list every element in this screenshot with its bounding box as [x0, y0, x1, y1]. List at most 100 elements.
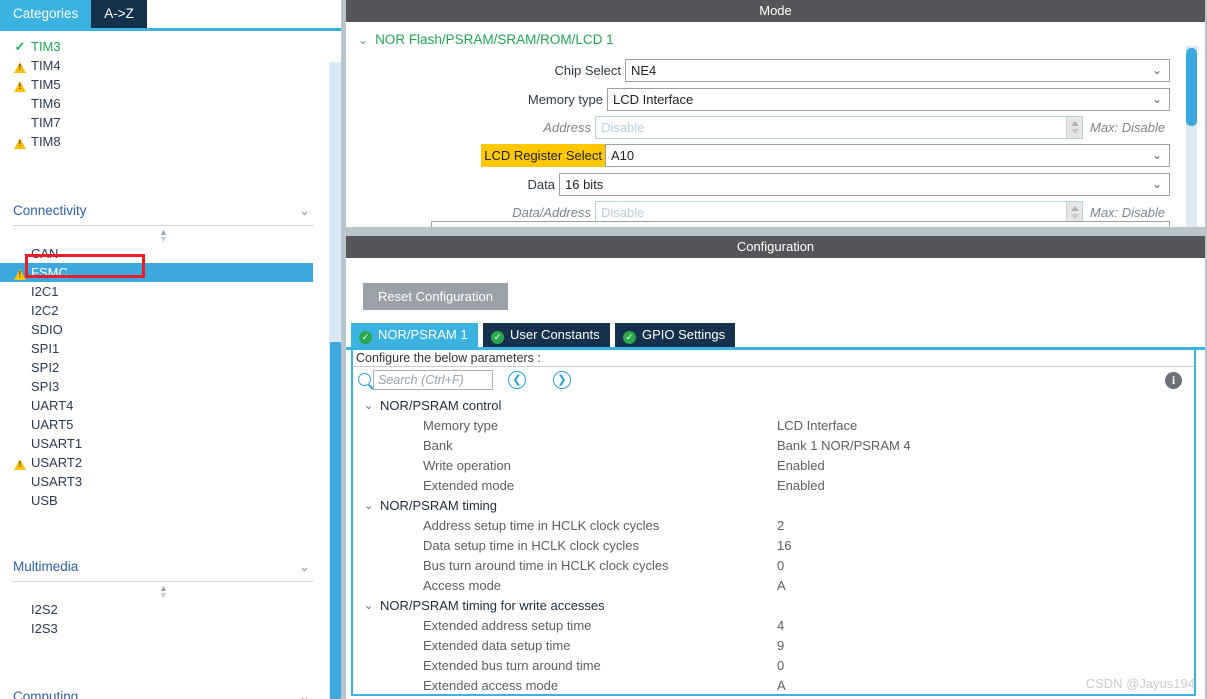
tree-row-extended-access-mode[interactable]: Extended access mode A — [353, 676, 1194, 696]
sidebar-item-label: I2C2 — [31, 303, 59, 318]
tree-group-nor-psram-timing-write[interactable]: ⌄ NOR/PSRAM timing for write accesses — [353, 596, 1194, 616]
tab-a-to-z[interactable]: A->Z — [91, 0, 147, 28]
sidebar-item-tim3[interactable]: ✓ TIM3 — [0, 37, 327, 56]
tree-row-extended-mode[interactable]: Extended mode Enabled — [353, 476, 1194, 496]
mode-group-header[interactable]: ⌄ NOR Flash/PSRAM/SRAM/ROM/LCD 1 — [358, 32, 614, 47]
check-circle-icon: ✓ — [359, 331, 372, 344]
search-icon — [358, 373, 371, 386]
sidebar-item-i2c1[interactable]: I2C1 — [0, 282, 327, 301]
search-input[interactable] — [373, 370, 493, 390]
sidebar-item-label: I2S2 — [31, 602, 58, 617]
scroll-up-down-handle[interactable]: ▲ ▼ — [0, 582, 327, 600]
param-label: Address setup time in HCLK clock cycles — [423, 518, 660, 533]
tree-row-data-setup-time[interactable]: Data setup time in HCLK clock cycles 16 — [353, 536, 1194, 556]
tab-categories[interactable]: Categories — [0, 0, 92, 28]
sidebar-item-label: USART2 — [31, 455, 83, 470]
tree-row-extended-data-setup-time[interactable]: Extended data setup time 9 — [353, 636, 1194, 656]
spinner-buttons[interactable] — [1066, 202, 1082, 223]
search-previous-button[interactable]: ❮ — [508, 371, 526, 389]
param-value: Bank 1 NOR/PSRAM 4 — [777, 438, 911, 453]
sidebar-item-can[interactable]: CAN — [0, 244, 327, 263]
sidebar-item-label: I2S3 — [31, 621, 58, 636]
data-label: Data — [527, 177, 555, 192]
lcd-register-select-label: LCD Register Select — [481, 144, 605, 167]
category-header-multimedia[interactable]: Multimedia ⌄ — [13, 552, 314, 582]
watermark: CSDN @Jayus194 — [1085, 676, 1195, 691]
param-value: A — [777, 678, 786, 693]
sidebar-item-label: TIM7 — [31, 115, 61, 130]
form-row-data: Data 16 bits ⌄ — [346, 173, 1205, 196]
tree-row-bus-turn-around-time[interactable]: Bus turn around time in HCLK clock cycle… — [353, 556, 1194, 576]
sidebar-item-tim8[interactable]: TIM8 — [0, 132, 327, 151]
sidebar-item-fsmc[interactable]: FSMC — [0, 263, 313, 282]
tree-row-bank[interactable]: Bank Bank 1 NOR/PSRAM 4 — [353, 436, 1194, 456]
address-value: Disable — [601, 120, 645, 135]
tree-row-extended-bus-turn-around-time[interactable]: Extended bus turn around time 0 — [353, 656, 1194, 676]
reset-configuration-button[interactable]: Reset Configuration — [363, 283, 508, 310]
memory-type-combo[interactable]: LCD Interface ⌄ — [607, 88, 1170, 111]
sidebar-item-tim4[interactable]: TIM4 — [0, 56, 327, 75]
tree-group-label: NOR/PSRAM timing for write accesses — [380, 598, 605, 613]
sidebar-item-usart3[interactable]: USART3 — [0, 472, 327, 491]
sidebar-item-i2s3[interactable]: I2S3 — [0, 619, 327, 638]
scroll-up-down-handle[interactable]: ▲ ▼ — [0, 226, 327, 244]
address-spinbox[interactable]: Disable — [595, 116, 1083, 139]
sidebar-item-usb[interactable]: USB — [0, 491, 327, 510]
lcd-register-select-value: A10 — [611, 148, 635, 163]
sidebar-item-uart5[interactable]: UART5 — [0, 415, 327, 434]
param-label: Write operation — [423, 458, 511, 473]
sidebar-item-spi3[interactable]: SPI3 — [0, 377, 327, 396]
tree-group-nor-psram-timing[interactable]: ⌄ NOR/PSRAM timing — [353, 496, 1194, 516]
tree-row-address-setup-time[interactable]: Address setup time in HCLK clock cycles … — [353, 516, 1194, 536]
chevron-down-icon: ⌄ — [299, 559, 310, 574]
form-row-memory-type: Memory type LCD Interface ⌄ — [346, 88, 1205, 111]
sidebar-item-usart1[interactable]: USART1 — [0, 434, 327, 453]
sidebar-item-uart4[interactable]: UART4 — [0, 396, 327, 415]
chevron-down-icon: ⌄ — [1151, 148, 1162, 162]
sidebar-item-sdio[interactable]: SDIO — [0, 320, 327, 339]
sidebar-item-spi2[interactable]: SPI2 — [0, 358, 327, 377]
configuration-content: Configure the below parameters : ❮ ❯ i ⌄… — [351, 350, 1196, 696]
tree-row-access-mode[interactable]: Access mode A — [353, 576, 1194, 596]
chevron-down-icon: ⌄ — [364, 600, 374, 612]
parameter-tree: ⌄ NOR/PSRAM control Memory type LCD Inte… — [353, 396, 1194, 694]
data-combo[interactable]: 16 bits ⌄ — [559, 173, 1170, 196]
sidebar-item-tim7[interactable]: TIM7 — [0, 113, 327, 132]
category-header-connectivity[interactable]: Connectivity ⌄ — [13, 196, 314, 226]
sidebar-item-label: SPI3 — [31, 379, 60, 394]
sidebar-tabstrip: Categories A->Z — [0, 0, 344, 28]
sidebar-item-tim5[interactable]: TIM5 — [0, 75, 327, 94]
param-label: Bus turn around time in HCLK clock cycle… — [423, 558, 669, 573]
tree-row-write-operation[interactable]: Write operation Enabled — [353, 456, 1194, 476]
tab-gpio-settings[interactable]: ✓ GPIO Settings — [615, 323, 736, 347]
param-value: Enabled — [777, 458, 825, 473]
info-icon[interactable]: i — [1165, 372, 1182, 389]
search-next-button[interactable]: ❯ — [553, 371, 571, 389]
param-label: Bank — [423, 438, 453, 453]
tree-row-memory-type[interactable]: Memory type LCD Interface — [353, 416, 1194, 436]
sidebar-item-label: I2C1 — [31, 284, 59, 299]
main-area: Mode ⌄ NOR Flash/PSRAM/SRAM/ROM/LCD 1 Chi… — [344, 0, 1207, 699]
tree-row-extended-address-setup-time[interactable]: Extended address setup time 4 — [353, 616, 1194, 636]
spinner-buttons[interactable] — [1066, 117, 1082, 138]
chip-select-label: Chip Select — [554, 63, 621, 78]
tree-group-nor-psram-control[interactable]: ⌄ NOR/PSRAM control — [353, 396, 1194, 416]
lcd-register-select-combo[interactable]: A10 ⌄ — [605, 144, 1170, 167]
chip-select-combo[interactable]: NE4 ⌄ — [625, 59, 1170, 82]
category-header-computing[interactable]: Computing ⌄ — [13, 682, 314, 699]
warning-icon — [12, 263, 28, 282]
param-value: 9 — [777, 638, 785, 653]
tab-nor-psram-1[interactable]: ✓ NOR/PSRAM 1 — [351, 323, 478, 347]
sidebar-item-usart2[interactable]: USART2 — [0, 453, 327, 472]
param-value: 2 — [777, 518, 785, 533]
tab-user-constants[interactable]: ✓ User Constants — [483, 323, 610, 347]
sidebar-item-label: TIM3 — [31, 39, 61, 54]
sidebar-item-tim6[interactable]: TIM6 — [0, 94, 327, 113]
sidebar-scrollbar-thumb[interactable] — [330, 342, 341, 699]
sidebar-item-i2c2[interactable]: I2C2 — [0, 301, 327, 320]
mode-scrollbar-thumb[interactable] — [1186, 48, 1197, 126]
param-label: Extended access mode — [423, 678, 559, 693]
param-value: 16 — [777, 538, 792, 553]
sidebar-item-i2s2[interactable]: I2S2 — [0, 600, 327, 619]
sidebar-item-spi1[interactable]: SPI1 — [0, 339, 327, 358]
